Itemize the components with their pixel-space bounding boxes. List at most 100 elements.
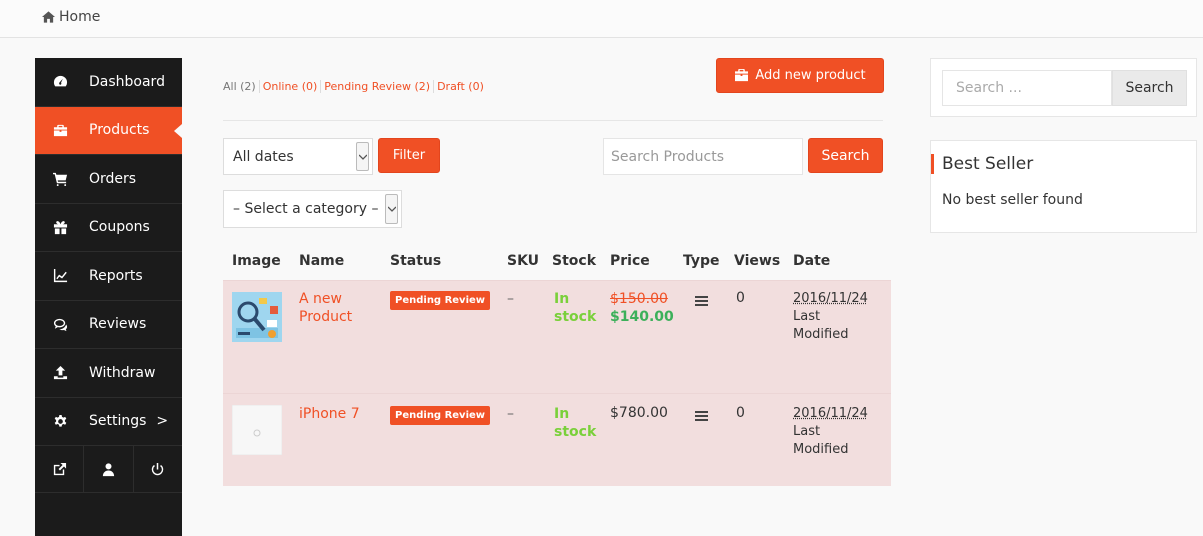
top-bar: Home [0, 0, 1203, 38]
sidebar-item-withdraw[interactable]: Withdraw [35, 349, 182, 398]
site-search-input[interactable]: Search ... [942, 70, 1112, 106]
gear-icon [52, 413, 68, 429]
line-chart-icon [52, 268, 68, 284]
sidebar-item-label: Reviews [89, 316, 147, 333]
search-label: Search [821, 147, 870, 164]
simple-product-type-icon [695, 409, 708, 425]
user-icon[interactable] [84, 446, 134, 492]
tab-draft[interactable]: Draft (0) [433, 80, 487, 93]
date-cell: 2016/11/24 Last Modified [793, 290, 868, 344]
upload-icon [52, 365, 68, 381]
table-header: Image Name Status SKU Stock Price Type V… [223, 244, 891, 280]
col-header-name: Name [299, 253, 345, 269]
date-status: Last [793, 424, 821, 439]
date-status: Modified [793, 442, 849, 457]
sidebar-item-label: Coupons [89, 219, 150, 236]
date-cell: 2016/11/24 Last Modified [793, 405, 868, 459]
sidebar-item-label: Reports [89, 267, 143, 284]
sidebar-item-reviews[interactable]: Reviews [35, 301, 182, 349]
stock-status: In stock [554, 290, 596, 326]
simple-product-type-icon [695, 294, 708, 310]
product-thumbnail[interactable] [232, 292, 282, 342]
col-header-status: Status [390, 253, 442, 269]
tab-all[interactable]: All (2) [223, 80, 259, 93]
home-icon [42, 11, 55, 23]
col-header-views: Views [734, 253, 781, 269]
filter-button[interactable]: Filter [378, 138, 440, 173]
breadcrumb-home-label: Home [59, 9, 101, 25]
sidebar-item-products[interactable]: Products [35, 106, 182, 155]
col-header-date: Date [793, 253, 831, 269]
product-thumbnail[interactable] [231, 404, 283, 456]
sidebar-item-orders[interactable]: Orders [35, 155, 182, 204]
date-value: 2016/11/24 [793, 291, 868, 306]
sidebar-item-label: Products [89, 122, 150, 139]
sidebar-item-label: Orders [89, 170, 137, 187]
product-name-line: A new [299, 291, 342, 307]
status-badge: Pending Review [390, 406, 491, 425]
sidebar-item-reports[interactable]: Reports [35, 252, 182, 301]
date-status: Last [793, 309, 821, 324]
category-select-value: – Select a category – [233, 201, 379, 217]
col-header-image: Image [232, 253, 281, 269]
table-row[interactable]: iPhone 7 Pending Review – In stock $780.… [223, 393, 891, 486]
chevron-down-icon [385, 194, 398, 224]
site-search-placeholder: Search ... [956, 80, 1022, 96]
table-row[interactable]: A new Product Pending Review – In stock … [223, 280, 891, 393]
sidebar-bottom-bar [35, 446, 182, 493]
briefcase-icon [52, 122, 68, 138]
col-header-price: Price [610, 253, 650, 269]
site-search-button[interactable]: Search [1112, 70, 1187, 106]
category-select[interactable]: – Select a category – [223, 190, 402, 228]
dashboard-sidebar: Dashboard Products Orders Coupons Report… [35, 58, 182, 536]
price-cell: $150.00 $140.00 [610, 290, 674, 326]
best-seller-title: Best Seller [931, 154, 1033, 174]
products-table: Image Name Status SKU Stock Price Type V… [223, 244, 891, 486]
stock-line: In [554, 291, 570, 307]
product-status-tabs: All (2) Online (0) Pending Review (2) Dr… [223, 80, 487, 93]
cart-icon [52, 171, 68, 187]
tab-online[interactable]: Online (0) [258, 80, 321, 93]
sidebar-item-label: Settings [89, 413, 147, 430]
product-name-link[interactable]: A new Product [299, 290, 352, 326]
col-header-sku: SKU [507, 253, 540, 269]
date-value: 2016/11/24 [793, 406, 868, 421]
best-seller-message: No best seller found [942, 192, 1083, 208]
sidebar-item-dashboard[interactable]: Dashboard [35, 58, 182, 107]
add-new-product-label: Add new product [755, 68, 866, 83]
add-new-product-button[interactable]: Add new product [716, 58, 884, 93]
sidebar-item-label: Withdraw [89, 364, 156, 381]
stock-line: stock [554, 309, 597, 325]
sidebar-item-coupons[interactable]: Coupons [35, 204, 182, 252]
sidebar-item-label: Dashboard [89, 73, 165, 90]
search-widget: Search ... Search [930, 58, 1197, 117]
tab-pending-review[interactable]: Pending Review (2) [320, 80, 433, 93]
status-badge: Pending Review [390, 291, 491, 310]
stock-line: In [554, 406, 570, 422]
power-icon[interactable] [134, 446, 182, 492]
external-link-icon[interactable] [35, 446, 85, 492]
date-status: Modified [793, 327, 849, 342]
product-name-line: Product [299, 309, 353, 325]
regular-price: $150.00 [610, 291, 668, 307]
site-search-button-label: Search [1125, 80, 1174, 96]
sku-value: – [507, 406, 514, 422]
sidebar-item-settings[interactable]: Settings > [35, 398, 182, 446]
sku-value: – [507, 291, 514, 307]
search-products-placeholder: Search Products [611, 148, 724, 165]
price-value: $780.00 [610, 405, 668, 421]
views-count: 0 [736, 290, 745, 306]
col-header-type: Type [683, 253, 720, 269]
divider [223, 120, 883, 121]
chevron-right-icon: > [156, 413, 169, 430]
gift-icon [52, 219, 68, 235]
search-products-input[interactable]: Search Products [603, 138, 803, 175]
filter-label: Filter [392, 148, 426, 163]
product-name-link[interactable]: iPhone 7 [299, 405, 360, 423]
best-seller-widget: Best Seller No best seller found [930, 140, 1197, 233]
date-filter-select[interactable]: All dates [223, 138, 373, 175]
stock-line: stock [554, 424, 597, 440]
briefcase-icon [735, 69, 749, 82]
search-products-button[interactable]: Search [808, 138, 883, 173]
breadcrumb[interactable]: Home [42, 9, 100, 25]
